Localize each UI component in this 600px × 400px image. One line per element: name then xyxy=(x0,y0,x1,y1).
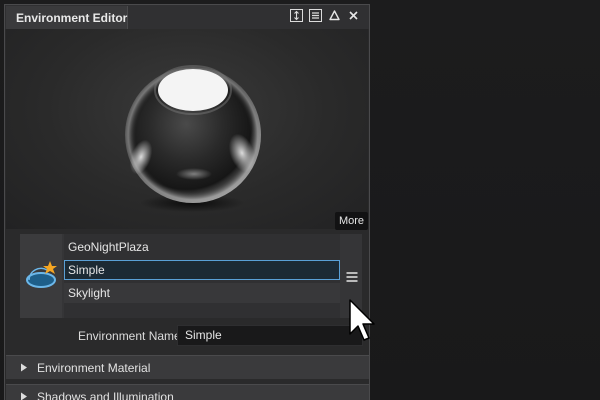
environment-list: GeoNightPlaza Simple Skylight xyxy=(64,234,340,318)
expand-arrow-icon xyxy=(21,363,27,372)
panel-tab[interactable]: Environment Editor xyxy=(6,6,128,29)
environment-star-icon xyxy=(26,261,57,288)
close-icon[interactable] xyxy=(347,9,360,22)
more-button[interactable]: More xyxy=(335,212,368,230)
environment-preview xyxy=(6,29,368,229)
section-label: Environment Material xyxy=(37,361,151,375)
environment-name-field[interactable]: Simple xyxy=(177,325,363,346)
list-item-selected[interactable]: Simple xyxy=(64,260,340,280)
list-menu-icon[interactable] xyxy=(346,270,358,282)
mouse-cursor-icon xyxy=(349,299,375,341)
environment-thumbnail xyxy=(20,234,62,318)
panel-titlebar: Environment Editor xyxy=(5,5,369,29)
panel-title: Environment Editor xyxy=(16,11,128,25)
preview-sphere-image xyxy=(125,65,261,212)
maximize-icon[interactable] xyxy=(328,9,341,22)
environment-editor-panel: Environment Editor More GeoNightPlaza Si… xyxy=(4,4,370,400)
list-item[interactable]: Skylight xyxy=(64,283,340,303)
section-environment-material[interactable]: Environment Material xyxy=(6,355,369,379)
section-label: Shadows and Illumination xyxy=(37,390,174,400)
environment-list-area: GeoNightPlaza Simple Skylight xyxy=(20,234,362,318)
expand-arrow-icon xyxy=(21,392,27,400)
menu-icon[interactable] xyxy=(309,9,322,22)
list-item[interactable]: GeoNightPlaza xyxy=(64,237,340,257)
resize-icon[interactable] xyxy=(290,9,303,22)
section-shadows-illumination[interactable]: Shadows and Illumination xyxy=(6,384,369,400)
environment-name-label: Environment Name xyxy=(78,329,181,343)
